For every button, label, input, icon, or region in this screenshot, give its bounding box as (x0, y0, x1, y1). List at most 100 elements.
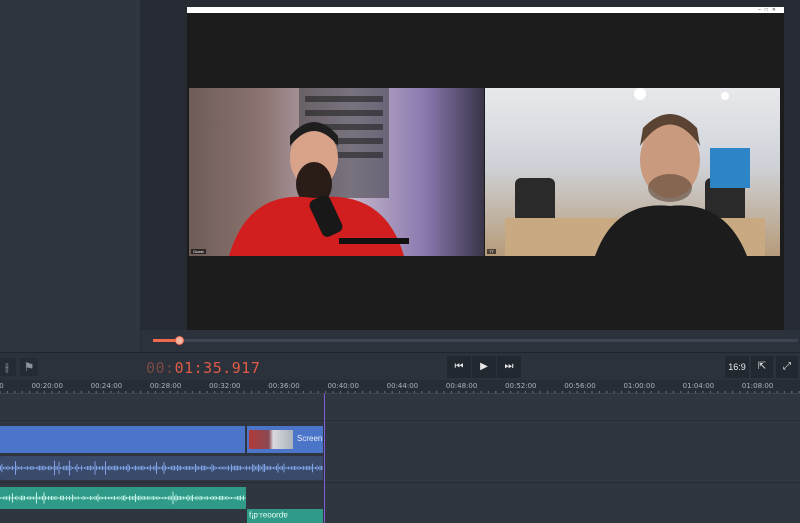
waveform-bar (64, 497, 66, 499)
waveform-bar (121, 495, 123, 501)
waveform-bar (177, 464, 178, 472)
timeline-ruler[interactable]: 00:16:00 00:20:00 00:24:00 00:28:00 00:32:00… (0, 380, 800, 394)
ruler-tick-label: 00:44:00 (386, 382, 419, 390)
waveform-bar (15, 461, 16, 475)
captured-window-titlebar: –□✕ (187, 7, 784, 13)
waveform-bar (259, 465, 261, 471)
waveform-bar (46, 466, 48, 470)
scrubber-track[interactable] (153, 336, 798, 345)
video-clip-thumbnail[interactable]: Screen (247, 426, 323, 453)
waveform-bar (142, 465, 144, 471)
waveform-bar (216, 467, 217, 469)
current-timecode: 00:01:35.917 (146, 359, 260, 377)
ruler-tick-label: 00:40:00 (327, 382, 359, 390)
waveform-bar (273, 466, 274, 470)
next-frame-button[interactable]: ⏭ (497, 356, 521, 378)
waveform-bar (9, 466, 10, 470)
waveform-bar (132, 496, 133, 500)
waveform-bar (309, 466, 310, 470)
waveform-bar (150, 497, 151, 499)
waveform-bar (121, 466, 123, 470)
waveform-bar (258, 464, 259, 472)
flag-icon[interactable]: ⚑ (20, 358, 38, 376)
waveform-bar (120, 466, 121, 470)
waveform-bar (153, 496, 154, 500)
participant-name-tag: Guest (191, 249, 206, 254)
waveform-bar (111, 466, 112, 470)
waveform-bar (78, 466, 79, 470)
waveform-bar (252, 464, 253, 472)
waveform-bar (228, 465, 229, 471)
waveform-bar (177, 496, 178, 500)
waveform-bar (174, 465, 175, 471)
waveform-bar (181, 466, 183, 470)
timeline-tracks[interactable]: Screen apɹooǝɹ.d!ɟ (0, 394, 800, 523)
waveform-bar (147, 466, 148, 470)
waveform-bar (241, 496, 243, 500)
clip-name: Screen (297, 434, 323, 443)
waveform-bar (22, 466, 24, 470)
waveform-bar (18, 497, 19, 499)
waveform-bar (187, 495, 189, 501)
waveform-bar (129, 495, 130, 501)
clip-audio-waveform[interactable] (0, 456, 323, 480)
preview-scrubber[interactable] (141, 330, 800, 352)
video-clip[interactable] (0, 426, 245, 453)
waveform-bar (61, 467, 63, 469)
play-button[interactable]: ▶ (472, 356, 496, 378)
waveform-bar (148, 466, 150, 470)
waveform-bar (42, 495, 43, 501)
waveform-bar (202, 465, 204, 471)
person-right-figure (505, 88, 765, 256)
previous-frame-button[interactable]: ⏮ (447, 356, 471, 378)
waveform-bar (126, 466, 127, 470)
audio-clip[interactable] (0, 487, 246, 509)
waveform-bar (97, 466, 99, 470)
waveform-bar (217, 467, 219, 469)
waveform-bar (3, 496, 4, 500)
waveform-bar (0, 497, 1, 499)
waveform-bar (106, 497, 108, 499)
popout-button[interactable]: ⇱ (751, 356, 773, 378)
waveform-bar (204, 497, 205, 499)
waveform-bar (105, 496, 106, 500)
waveform-bar (303, 466, 304, 470)
waveform-bar (207, 496, 208, 500)
timeline-playhead[interactable] (324, 394, 325, 523)
waveform-bar (67, 496, 69, 500)
waveform-bar (223, 496, 225, 500)
timecode-prefix: 00: (146, 359, 175, 377)
scrubber-handle[interactable] (174, 336, 184, 345)
waveform-bar (85, 496, 87, 500)
waveform-bar (322, 466, 323, 470)
waveform-bar (172, 491, 174, 505)
video-preview[interactable]: –□✕ Guest TT (187, 7, 784, 330)
waveform-bar (108, 496, 109, 500)
waveform-bar (229, 467, 231, 469)
waveform-bar (19, 496, 21, 500)
waveform-bar (88, 496, 90, 500)
waveform-bar (55, 465, 57, 471)
waveform-bar (159, 497, 160, 499)
ruler-tick-label: 00:32:00 (209, 382, 241, 390)
waveform-bar (193, 496, 195, 500)
waveform-bar (118, 467, 120, 469)
waveform-bar (139, 495, 141, 501)
audio-clip-tail[interactable]: apɹooǝɹ.d!ɟ (247, 509, 323, 523)
waveform-bar (315, 466, 316, 470)
split-icon[interactable]: ⫲ (0, 358, 16, 376)
waveform-bar (277, 463, 279, 473)
waveform-bar (141, 466, 142, 470)
waveform-bar (37, 465, 39, 471)
waveform-bar (220, 466, 222, 470)
waveform-bar (48, 466, 49, 470)
waveform-bar (159, 467, 160, 469)
fullscreen-button[interactable]: ⤢ (776, 356, 798, 378)
waveform-bar (13, 466, 15, 470)
waveform-bar (136, 496, 138, 500)
waveform-bar (169, 495, 171, 501)
waveform-bar (237, 496, 238, 500)
waveform-bar (118, 496, 120, 500)
waveform-bar (76, 464, 78, 472)
aspect-ratio-button[interactable]: 16:9 (725, 356, 749, 378)
